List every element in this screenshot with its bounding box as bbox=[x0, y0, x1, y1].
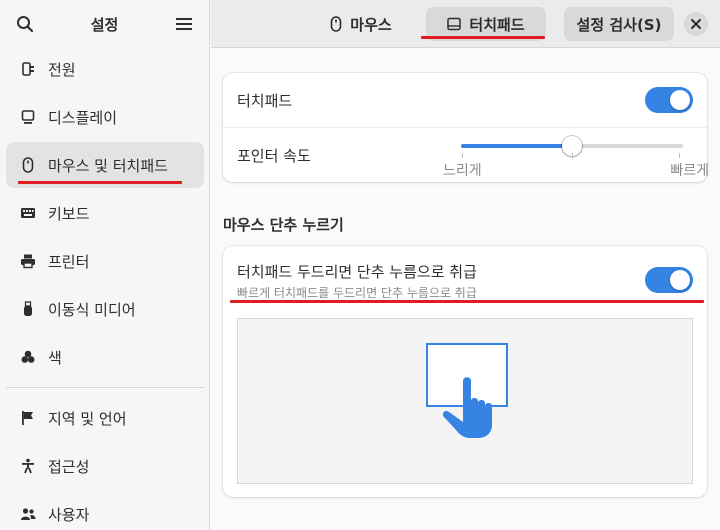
mouse-icon bbox=[20, 157, 36, 173]
sidebar: 설정 전원 디스플레이 마우스 및 터치패드 키보드 프린터 이동식 미디어 색… bbox=[0, 0, 210, 530]
sidebar-item-users[interactable]: 사용자 bbox=[6, 491, 204, 530]
sidebar-item-label: 마우스 및 터치패드 bbox=[48, 156, 168, 175]
hamburger-menu-icon bbox=[175, 18, 192, 30]
slider-fill bbox=[461, 144, 572, 148]
sidebar-item-color[interactable]: 색 bbox=[6, 334, 204, 380]
color-icon bbox=[20, 349, 36, 365]
section-title-mouse-click: 마우스 단추 누르기 bbox=[223, 216, 344, 234]
usb-icon bbox=[20, 301, 36, 317]
sidebar-item-label: 색 bbox=[48, 348, 62, 367]
toggle-knob bbox=[670, 90, 690, 110]
sidebar-item-power[interactable]: 전원 bbox=[6, 46, 204, 92]
toggle-knob bbox=[670, 270, 690, 290]
highlight-underline bbox=[18, 181, 182, 184]
printer-icon bbox=[20, 253, 36, 269]
close-icon bbox=[691, 19, 701, 29]
slider-tick bbox=[679, 153, 680, 158]
touchpad-toggle-row: 터치패드 bbox=[223, 73, 707, 127]
touchpad-toggle-label: 터치패드 bbox=[237, 91, 293, 110]
slider-tick bbox=[462, 153, 463, 158]
touchpad-icon bbox=[447, 17, 462, 31]
highlight-underline bbox=[230, 300, 704, 303]
search-icon bbox=[17, 16, 34, 33]
tab-mouse[interactable]: 마우스 bbox=[321, 7, 401, 41]
sidebar-item-label: 디스플레이 bbox=[48, 108, 118, 127]
sidebar-item-label: 이동식 미디어 bbox=[48, 300, 136, 319]
mouse-icon bbox=[330, 16, 342, 32]
sidebar-item-label: 전원 bbox=[48, 60, 76, 79]
header-bar: 마우스 터치패드 설정 검사(S) bbox=[211, 0, 720, 48]
sidebar-item-printer[interactable]: 프린터 bbox=[6, 238, 204, 284]
slider-fast-label: 빠르게 bbox=[670, 163, 709, 179]
sidebar-item-keyboard[interactable]: 키보드 bbox=[6, 190, 204, 236]
tap-to-click-description: 빠르게 터치패드를 두드리면 단추 누름으로 취급 bbox=[237, 286, 477, 300]
sidebar-item-accessibility[interactable]: 접근성 bbox=[6, 443, 204, 489]
menu-button[interactable] bbox=[173, 13, 195, 35]
display-icon bbox=[20, 109, 36, 125]
sidebar-item-label: 사용자 bbox=[48, 505, 90, 524]
highlight-underline bbox=[421, 36, 545, 39]
tap-to-click-card: 터치패드 두드리면 단추 누름으로 취급 빠르게 터치패드를 두드리면 단추 누… bbox=[223, 246, 707, 497]
sidebar-item-region-language[interactable]: 지역 및 언어 bbox=[6, 395, 204, 441]
touchpad-card: 터치패드 포인터 속도 느리게 빠르게 bbox=[223, 73, 709, 182]
sidebar-item-removable-media[interactable]: 이동식 미디어 bbox=[6, 286, 204, 332]
sidebar-item-label: 키보드 bbox=[48, 204, 90, 223]
tap-demo-area bbox=[237, 318, 693, 484]
tab-label: 마우스 bbox=[350, 15, 392, 34]
sidebar-item-label: 프린터 bbox=[48, 252, 90, 271]
slider-tick bbox=[572, 153, 573, 158]
slider-slow-label: 느리게 bbox=[443, 163, 482, 179]
search-button[interactable] bbox=[14, 13, 36, 35]
test-settings-button[interactable]: 설정 검사(S) bbox=[564, 7, 674, 41]
sidebar-divider bbox=[6, 387, 204, 388]
touchpad-tap-illustration-icon bbox=[426, 343, 508, 438]
tab-label: 터치패드 bbox=[469, 15, 525, 34]
tap-to-click-toggle[interactable] bbox=[645, 267, 693, 293]
keyboard-icon bbox=[20, 205, 36, 221]
accessibility-icon bbox=[20, 458, 36, 474]
sidebar-item-display[interactable]: 디스플레이 bbox=[6, 94, 204, 140]
users-icon bbox=[20, 506, 36, 522]
touchpad-toggle[interactable] bbox=[645, 87, 693, 113]
sidebar-header: 설정 bbox=[0, 0, 209, 48]
flag-icon bbox=[20, 410, 36, 426]
power-plug-icon bbox=[20, 61, 36, 77]
pointer-speed-label: 포인터 속도 bbox=[237, 146, 311, 165]
sidebar-item-label: 접근성 bbox=[48, 457, 90, 476]
sidebar-title: 설정 bbox=[90, 15, 119, 34]
main-content: 터치패드 포인터 속도 느리게 빠르게 마우스 단추 누르기 터치패드 두드리면… bbox=[211, 49, 720, 530]
tap-to-click-label: 터치패드 두드리면 단추 누름으로 취급 bbox=[237, 263, 477, 281]
close-button[interactable] bbox=[684, 12, 708, 36]
sidebar-item-label: 지역 및 언어 bbox=[48, 409, 127, 428]
